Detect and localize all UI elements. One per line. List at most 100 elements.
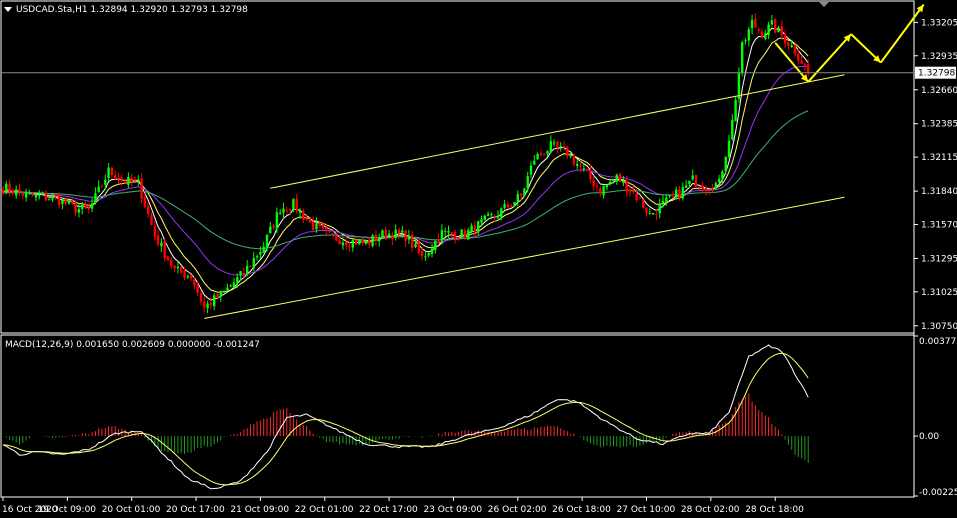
candle-body xyxy=(572,154,576,165)
candle-body xyxy=(100,185,104,187)
candle-body xyxy=(28,193,31,195)
candle-body xyxy=(546,151,549,154)
candle-body xyxy=(411,234,414,248)
candle-body xyxy=(246,265,249,276)
candle-body xyxy=(213,295,216,307)
candle-body xyxy=(137,179,140,181)
candle-body xyxy=(750,19,754,29)
candle-body xyxy=(787,42,790,47)
candle-body xyxy=(566,146,569,157)
candle-body xyxy=(579,165,582,167)
candle-body xyxy=(622,180,625,183)
candle-body xyxy=(777,27,780,33)
current-price-label: 1.32798 xyxy=(918,69,955,79)
candle-body xyxy=(259,251,262,255)
candle-body xyxy=(444,231,447,233)
macd-pane-frame xyxy=(0,334,915,498)
candle-body xyxy=(562,146,566,148)
candle-body xyxy=(711,189,714,191)
candle-body xyxy=(589,170,592,179)
candle-body xyxy=(543,154,546,156)
candle-body xyxy=(671,194,675,196)
moving-average-line xyxy=(2,110,809,250)
forecast-arrow-line[interactable] xyxy=(879,3,925,64)
candle-body xyxy=(153,226,156,237)
time-tick-label: 22 Oct 01:00 xyxy=(295,505,354,515)
dropdown-triangle-icon[interactable] xyxy=(4,7,12,12)
time-tick-label: 26 Oct 18:00 xyxy=(552,505,611,515)
candle-body xyxy=(282,208,285,213)
candle-body xyxy=(114,175,117,180)
candle-body xyxy=(97,186,100,193)
candle-body xyxy=(315,223,318,230)
candle-body xyxy=(384,229,387,238)
candle-body xyxy=(110,167,114,176)
candle-body xyxy=(655,214,658,216)
candle-body xyxy=(90,203,94,209)
candle-body xyxy=(767,24,770,36)
candle-body xyxy=(717,178,721,183)
candle-body xyxy=(734,100,737,122)
moving-average-layer xyxy=(2,27,809,301)
candle-body xyxy=(166,256,170,261)
candle-body xyxy=(338,240,341,245)
candle-body xyxy=(236,277,239,284)
candle-body xyxy=(552,142,556,144)
candle-body xyxy=(104,179,107,185)
macd-tick-label: 0.00 xyxy=(919,432,939,442)
chart-shift-marker-icon[interactable] xyxy=(818,1,830,7)
moving-average-line xyxy=(2,27,809,301)
candle-body xyxy=(24,192,28,198)
channel-upper-line[interactable] xyxy=(270,74,845,189)
candle-body xyxy=(38,195,41,197)
candle-body xyxy=(516,194,519,203)
candle-body xyxy=(744,40,747,42)
candle-body xyxy=(605,184,609,188)
candle-body xyxy=(107,167,110,178)
candle-body xyxy=(345,242,348,246)
time-tick-label: 19 Oct 09:00 xyxy=(37,505,96,515)
candle-body xyxy=(391,235,394,240)
forecast-arrows-layer xyxy=(774,3,925,83)
candle-body xyxy=(453,232,457,240)
candle-body xyxy=(61,199,64,205)
candle-body xyxy=(800,60,803,64)
price-tick-label: 1.31840 xyxy=(921,187,957,197)
candle-body xyxy=(374,234,378,242)
candle-body xyxy=(701,185,704,190)
candle-body xyxy=(556,141,559,148)
macd-signal-line xyxy=(2,352,809,486)
forecast-arrow-line[interactable] xyxy=(807,33,852,83)
time-tick-label: 20 Oct 17:00 xyxy=(166,505,225,515)
candle-body xyxy=(94,193,97,203)
candle-body xyxy=(519,193,523,196)
candle-body xyxy=(401,230,404,233)
candle-body xyxy=(569,154,572,157)
candle-body xyxy=(645,207,648,214)
candle-body xyxy=(760,31,764,38)
candle-body xyxy=(150,215,153,226)
candle-body xyxy=(335,236,338,241)
candle-body xyxy=(11,190,15,194)
candle-body xyxy=(8,183,11,192)
candle-body xyxy=(440,230,444,241)
candle-body xyxy=(741,42,744,73)
candle-body xyxy=(493,215,496,217)
candle-body xyxy=(206,303,209,309)
candle-body xyxy=(694,174,698,187)
macd-tick-label: 0.003772 xyxy=(919,337,957,347)
forecast-arrow-line[interactable] xyxy=(774,42,809,83)
price-tick-label: 1.31570 xyxy=(921,220,957,230)
candle-body xyxy=(232,282,236,288)
candle-body xyxy=(595,185,599,187)
candle-body xyxy=(364,240,368,244)
candle-body xyxy=(120,177,123,181)
candle-body xyxy=(361,238,364,243)
candle-body xyxy=(328,230,331,232)
time-tick-label: 28 Oct 18:00 xyxy=(745,505,804,515)
candle-body xyxy=(143,197,147,207)
candle-body xyxy=(407,235,411,240)
candle-body xyxy=(434,240,437,251)
macd-info-title: MACD(12,26,9) 0.001650 0.002609 0.000000… xyxy=(5,340,260,350)
candle-body xyxy=(774,19,777,33)
